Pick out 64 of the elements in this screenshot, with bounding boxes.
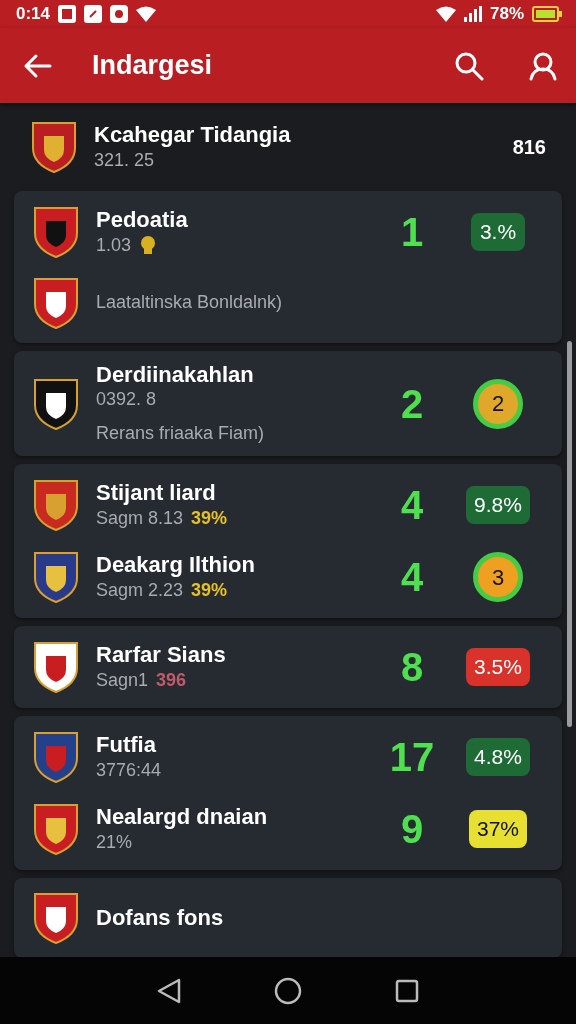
team-name: Pedoatia	[96, 207, 189, 234]
team-note: Laataltinska Bonldalnk)	[96, 291, 284, 315]
rank-number: 8	[399, 644, 425, 692]
battery-icon	[532, 6, 562, 22]
team-name: Kcahegar Tidangia	[94, 122, 292, 149]
percent-badge: 37%	[469, 810, 527, 848]
percent-badge: 3.%	[471, 213, 525, 251]
team-stat: 321. 25	[94, 148, 156, 172]
team-name: Deakarg Ilthion	[96, 552, 256, 579]
team-name: Stijant liard	[96, 480, 217, 507]
percent-stat: 39%	[191, 506, 228, 530]
battery-percent: 78%	[489, 3, 524, 26]
rank-number: 17	[388, 734, 436, 782]
recents-nav-icon[interactable]	[395, 978, 420, 1003]
wifi-icon	[136, 6, 157, 22]
team-stat: Sagn1	[96, 668, 149, 692]
percent-stat: 39%	[191, 578, 228, 602]
team-stat: 1.03	[96, 233, 132, 257]
rank-number: 1	[399, 209, 425, 256]
club-crest-icon	[32, 550, 80, 605]
home-nav-icon[interactable]	[274, 976, 302, 1005]
score: 816	[512, 135, 546, 160]
app-title: Indargesi	[92, 49, 214, 83]
club-crest-icon	[32, 376, 80, 431]
signal-icon	[463, 6, 482, 22]
team-name: Derdiinakahlan	[96, 362, 255, 389]
club-crest-icon	[32, 891, 80, 946]
notification-icon	[110, 5, 129, 23]
clock: 0:14	[16, 3, 51, 26]
team-note: Rerans friaaka Fiam)	[96, 421, 266, 445]
club-crest-icon	[32, 802, 80, 857]
club-crest-icon	[32, 276, 80, 330]
scrollbar[interactable]	[567, 341, 572, 727]
team-stat: Sagm 2.23	[96, 578, 184, 602]
search-icon[interactable]	[454, 50, 484, 81]
team-name: Nealargd dnaian	[96, 804, 269, 831]
percent-badge: 9.8%	[466, 486, 530, 524]
team-name: Dofans fons	[96, 904, 225, 932]
team-name: Futfia	[96, 732, 157, 759]
team-stat: 3776:44	[96, 758, 162, 782]
rank-number: 4	[399, 482, 425, 530]
profile-icon[interactable]	[528, 50, 558, 81]
percent-badge: 4.8%	[466, 738, 530, 776]
rank-number: 4	[399, 554, 425, 602]
team-stat: 0392. 8	[96, 388, 157, 412]
back-icon[interactable]	[22, 52, 52, 79]
back-nav-icon[interactable]	[156, 977, 181, 1004]
percent-badge: 3.5%	[466, 648, 530, 686]
club-crest-icon	[32, 640, 80, 695]
notification-icon	[84, 5, 103, 23]
club-crest-icon	[32, 205, 80, 259]
rank-circle-badge: 3	[473, 552, 523, 603]
club-crest-icon	[32, 478, 80, 533]
club-crest-icon	[30, 120, 78, 174]
team-stat: Sagm 8.13	[96, 506, 184, 530]
notification-icon	[58, 5, 77, 23]
wifi-icon	[435, 6, 456, 22]
rank-number: 9	[399, 806, 425, 854]
team-stat: 21%	[96, 830, 133, 854]
team-name: Rarfar Sians	[96, 642, 227, 669]
rank-circle-badge: 2	[473, 378, 523, 429]
percent-stat: 396	[156, 668, 187, 692]
club-crest-icon	[32, 730, 80, 785]
rank-number: 2	[399, 380, 425, 428]
